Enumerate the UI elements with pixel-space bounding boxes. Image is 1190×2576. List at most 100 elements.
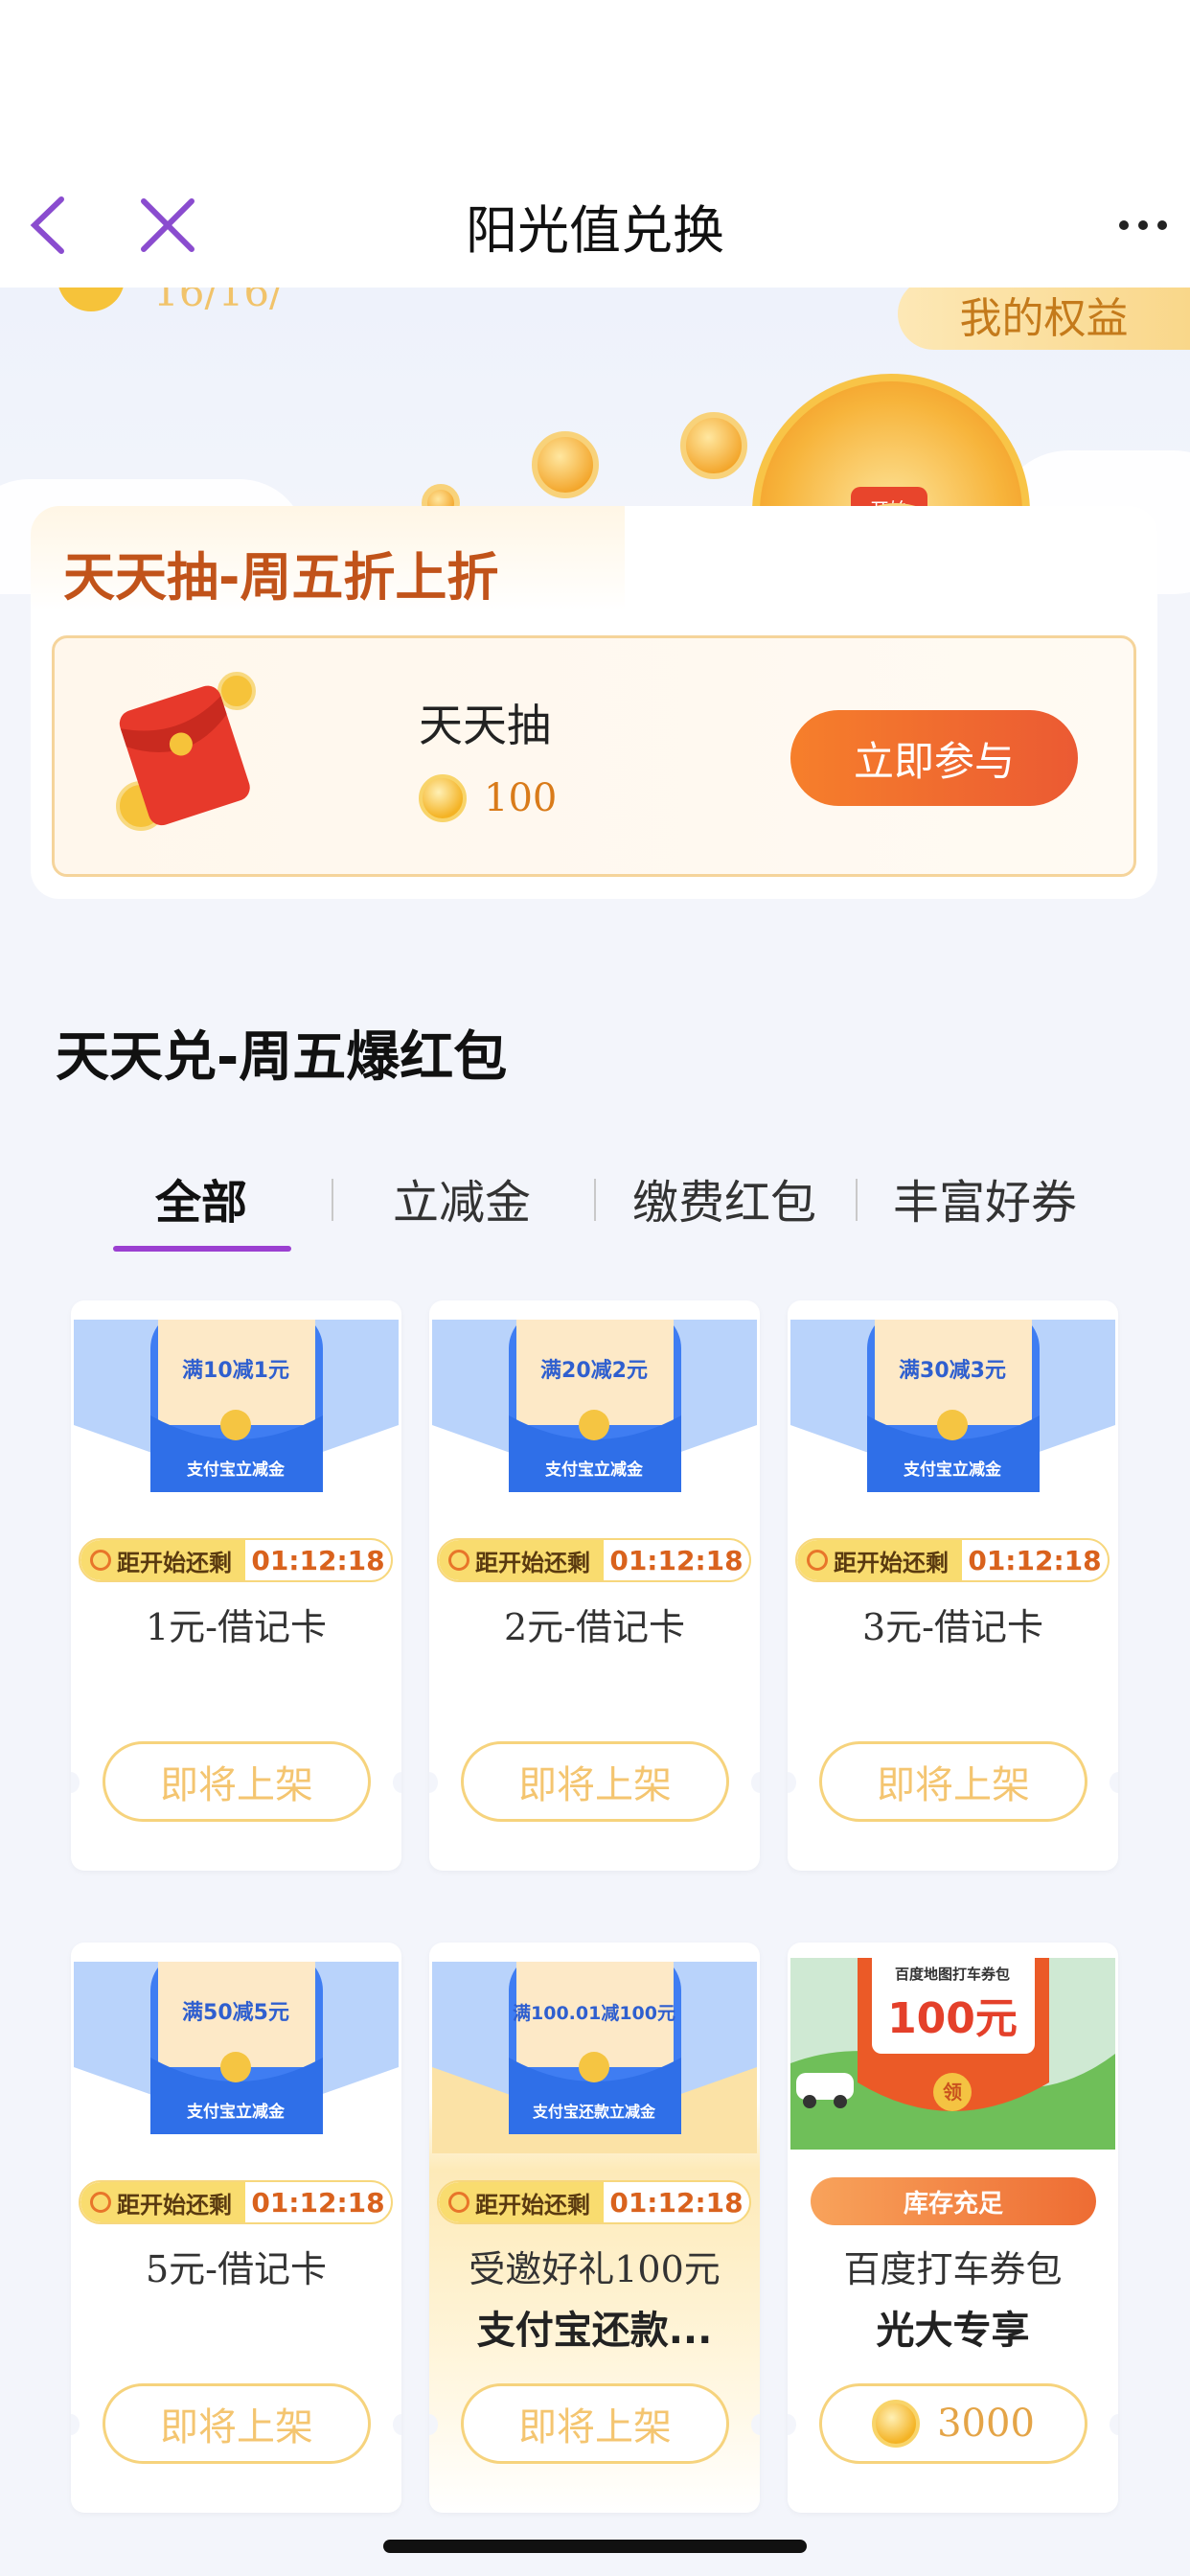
card-name: 受邀好礼100元 [469, 2248, 721, 2290]
close-icon [141, 198, 195, 252]
coupon-card[interactable]: 满10减1元 支付宝立减金 距开始还剩 01:12:18 1元-借记卡 即将上架 [71, 1300, 401, 1871]
join-now-button[interactable]: 立即参与 [790, 710, 1078, 806]
tab-all[interactable]: 全部 [155, 1164, 247, 1231]
stock-badge: 库存充足 [811, 2177, 1096, 2225]
lottery-price: 100 [419, 774, 557, 822]
countdown-timer: 距开始还剩 01:12:18 [437, 2180, 751, 2224]
coupon-text: 满50减5元 [182, 2000, 289, 2025]
coin-icon [57, 288, 125, 311]
ticket-notch [71, 1772, 80, 1793]
ticket-notch [788, 2414, 796, 2435]
alipay-envelope-icon: 满50减5元 支付宝立减金 [74, 1962, 399, 2153]
tab-instant-discount[interactable]: 立减金 [393, 1164, 531, 1231]
coming-soon-button[interactable]: 即将上架 [103, 1741, 371, 1822]
coupon-text: 满100.01减100元 [513, 2002, 675, 2024]
alipay-envelope-icon: 满100.01减100元 支付宝还款立减金 [432, 1962, 757, 2153]
redeem-button[interactable]: 3000 [819, 2383, 1087, 2464]
timer-value: 01:12:18 [251, 2186, 385, 2219]
ticket-notch [1110, 1772, 1118, 1793]
alipay-envelope-icon: 满20减2元 支付宝立减金 [432, 1320, 757, 1511]
coupon-text: 满10减1元 [182, 1358, 289, 1383]
tab-divider [856, 1179, 858, 1221]
clock-icon [90, 1550, 111, 1571]
lottery-item-name: 天天抽 [419, 700, 551, 751]
lottery-card[interactable]: 天天抽 100 立即参与 [52, 635, 1136, 877]
card-name: 2元-借记卡 [503, 1606, 686, 1648]
envelope-caption: 支付宝立减金 [904, 1460, 1002, 1480]
coming-soon-button[interactable]: 即将上架 [819, 1741, 1087, 1822]
ticket-notch [788, 1772, 796, 1793]
lottery-section: 天天抽-周五折上折 天天抽 100 立即参与 [31, 506, 1157, 899]
flying-coin-icon [532, 431, 599, 498]
close-button[interactable] [134, 163, 201, 288]
card-subtitle: 光大专享 [876, 2309, 1030, 2353]
balance-value: 16/16/ [153, 288, 284, 315]
tab-divider [332, 1179, 333, 1221]
timer-value: 01:12:18 [968, 1544, 1102, 1576]
coin-icon [419, 774, 467, 822]
category-tabs: 全部 立减金 缴费红包 丰富好券 [0, 1164, 1190, 1252]
my-rights-button[interactable]: 我的权益 [898, 288, 1190, 350]
more-icon [1119, 220, 1167, 230]
ticket-notch [751, 2414, 760, 2435]
card-name: 百度打车券包 [843, 2248, 1063, 2290]
clock-icon [90, 2192, 111, 2213]
card-name: 5元-借记卡 [145, 2248, 328, 2290]
coming-soon-button[interactable]: 即将上架 [461, 1741, 729, 1822]
countdown-timer: 距开始还剩 01:12:18 [437, 1538, 751, 1582]
timer-value: 01:12:18 [609, 1544, 744, 1576]
chevron-left-icon [30, 196, 64, 254]
ticket-notch [751, 1772, 760, 1793]
envelope-caption: 支付宝立减金 [187, 1460, 286, 1480]
active-tab-indicator [113, 1246, 291, 1252]
home-indicator [383, 2540, 807, 2553]
nav-bar: 阳光值兑换 [0, 163, 1190, 288]
timer-label: 距开始还剩 [117, 2191, 232, 2219]
voucher-title: 百度地图打车券包 [895, 1966, 1010, 1983]
alipay-envelope-icon: 满30减3元 支付宝立减金 [790, 1320, 1115, 1511]
coupon-card[interactable]: 满50减5元 支付宝立减金 距开始还剩 01:12:18 5元-借记卡 即将上架 [71, 1943, 401, 2513]
timer-value: 01:12:18 [251, 1544, 385, 1576]
countdown-timer: 距开始还剩 01:12:18 [795, 1538, 1110, 1582]
countdown-timer: 距开始还剩 01:12:18 [79, 1538, 393, 1582]
ticket-notch [393, 2414, 401, 2435]
taxi-voucher-icon: 百度地图打车券包 100元 领 [790, 1958, 1115, 2150]
timer-label: 距开始还剩 [475, 1549, 590, 1576]
clock-icon [807, 1550, 828, 1571]
timer-label: 距开始还剩 [117, 1549, 232, 1576]
timer-label: 距开始还剩 [834, 1549, 949, 1576]
timer-label: 距开始还剩 [475, 2191, 590, 2219]
coming-soon-button[interactable]: 即将上架 [103, 2383, 371, 2464]
ticket-notch [1110, 2414, 1118, 2435]
coupon-card[interactable]: 满20减2元 支付宝立减金 距开始还剩 01:12:18 2元-借记卡 即将上架 [429, 1300, 760, 1871]
tab-great-coupons[interactable]: 丰富好券 [893, 1164, 1077, 1231]
coming-soon-button[interactable]: 即将上架 [461, 2383, 729, 2464]
coupon-card[interactable]: 满30减3元 支付宝立减金 距开始还剩 01:12:18 3元-借记卡 即将上架 [788, 1300, 1118, 1871]
card-name: 3元-借记卡 [861, 1606, 1044, 1648]
coupon-text: 满30减3元 [899, 1358, 1006, 1383]
coupon-text: 满20减2元 [540, 1358, 648, 1383]
countdown-timer: 距开始还剩 01:12:18 [79, 2180, 393, 2224]
back-button[interactable] [25, 163, 73, 288]
envelope-caption: 支付宝立减金 [545, 1460, 644, 1480]
ticket-notch [429, 1772, 438, 1793]
voucher-amount: 100元 [887, 1994, 1018, 2043]
more-button[interactable] [1119, 163, 1167, 288]
tab-bill-red-packet[interactable]: 缴费红包 [632, 1164, 816, 1231]
coupon-card[interactable]: 百度地图打车券包 100元 领 库存充足 百度打车券包 光大专享 3000 [788, 1943, 1118, 2513]
flying-coin-icon [680, 412, 747, 479]
ticket-notch [71, 2414, 80, 2435]
page-title: 阳光值兑换 [466, 199, 724, 261]
redeem-price: 3000 [937, 2402, 1035, 2446]
card-name: 1元-借记卡 [145, 1606, 328, 1648]
envelope-caption: 支付宝还款立减金 [532, 2103, 656, 2121]
envelope-caption: 支付宝立减金 [187, 2102, 286, 2122]
lottery-price-value: 100 [484, 776, 558, 820]
timer-value: 01:12:18 [609, 2186, 744, 2219]
red-envelope-icon [116, 672, 256, 831]
card-subtitle: 支付宝还款... [476, 2309, 713, 2353]
voucher-badge: 领 [943, 2081, 962, 2104]
coupon-card[interactable]: 满100.01减100元 支付宝还款立减金 距开始还剩 01:12:18 受邀好… [429, 1943, 760, 2513]
clock-icon [448, 2192, 469, 2213]
ticket-notch [429, 2414, 438, 2435]
